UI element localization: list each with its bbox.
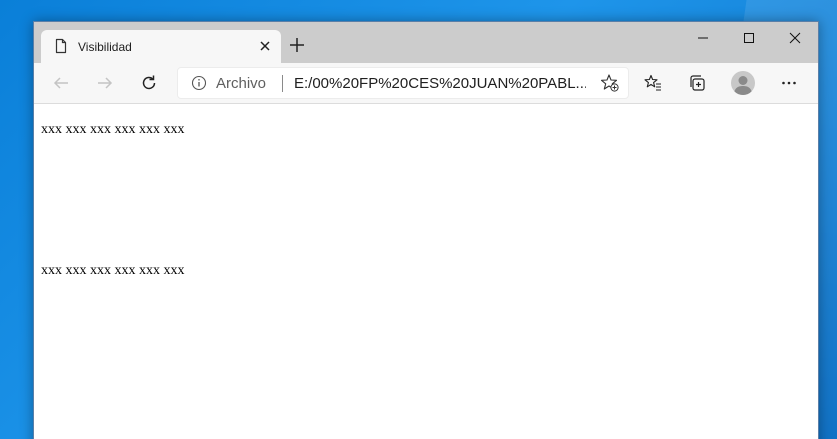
minimize-button[interactable] (679, 22, 725, 54)
page-icon (53, 38, 69, 54)
close-icon[interactable] (257, 38, 273, 54)
forward-arrow-icon (98, 77, 113, 89)
title-bar: Visibilidad (34, 22, 818, 63)
address-bar[interactable]: Archivo E:/00%20FP%20CES%20JUAN%20PABL..… (177, 67, 629, 99)
info-icon[interactable] (191, 75, 207, 91)
add-favorite-icon[interactable] (600, 73, 620, 93)
collections-icon (690, 75, 705, 91)
refresh-button[interactable] (136, 70, 162, 96)
tab-title: Visibilidad (78, 40, 132, 54)
refresh-icon (142, 75, 156, 90)
tab-visibilidad[interactable]: Visibilidad (41, 30, 281, 63)
favorites-icon (644, 74, 661, 91)
more-button[interactable] (776, 70, 802, 96)
maximize-button[interactable] (725, 22, 771, 54)
close-window-button[interactable] (771, 22, 817, 54)
profile-avatar-icon[interactable] (731, 71, 755, 95)
url-text[interactable]: E:/00%20FP%20CES%20JUAN%20PABL... (294, 75, 586, 92)
collections-button[interactable] (684, 70, 710, 96)
scheme-label: Archivo (216, 75, 267, 92)
minimize-icon (698, 37, 708, 39)
favorites-button[interactable] (640, 70, 666, 96)
page-content: xxx xxx xxx xxx xxx xxx xxx xxx xxx xxx … (34, 104, 818, 439)
address-separator (282, 75, 283, 92)
back-arrow-icon (53, 77, 68, 89)
paragraph-2: xxx xxx xxx xxx xxx xxx (41, 263, 185, 278)
forward-button[interactable] (92, 70, 118, 96)
maximize-icon (744, 33, 754, 43)
browser-window: Visibilidad Archivo E:/00%20FP%20CES%20J… (33, 21, 819, 439)
more-icon (782, 81, 796, 85)
close-icon (789, 32, 801, 44)
back-button[interactable] (48, 70, 74, 96)
paragraph-1: xxx xxx xxx xxx xxx xxx (41, 122, 185, 137)
plus-icon[interactable] (289, 37, 305, 53)
browser-toolbar: Archivo E:/00%20FP%20CES%20JUAN%20PABL..… (34, 63, 818, 104)
